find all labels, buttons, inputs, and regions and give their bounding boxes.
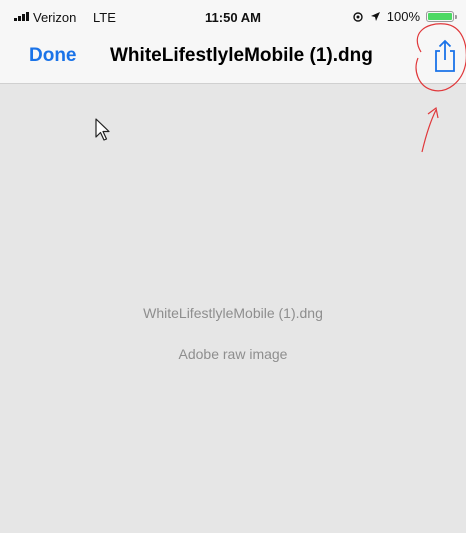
done-button[interactable]: Done xyxy=(29,45,77,67)
share-icon xyxy=(435,39,455,72)
status-bar: Verizon LTE 11:50 AM 100% xyxy=(0,0,466,34)
navigation-bar: Done WhiteLifestlyleMobile (1).dng xyxy=(0,34,466,84)
location-arrow-icon xyxy=(370,12,380,21)
battery-fill xyxy=(428,13,452,20)
preview-filename: WhiteLifestlyleMobile (1).dng xyxy=(143,305,323,321)
share-button[interactable] xyxy=(429,38,461,74)
preview-file-type: Adobe raw image xyxy=(178,346,288,362)
nav-title: WhiteLifestlyleMobile (1).dng xyxy=(110,45,373,66)
battery-icon xyxy=(426,11,457,22)
orientation-lock-icon xyxy=(353,11,363,22)
mouse-pointer-icon xyxy=(95,118,111,147)
battery-percent: 100% xyxy=(386,9,420,24)
status-right-group: 100% xyxy=(352,9,457,24)
